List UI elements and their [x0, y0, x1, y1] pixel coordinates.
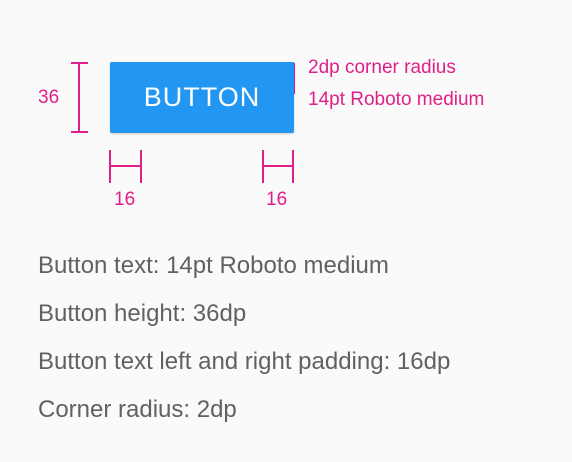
note-button-height: Button height: 36dp — [38, 300, 247, 327]
height-bracket — [71, 62, 88, 133]
left-padding-label: 16 — [114, 189, 136, 210]
right-padding-label: 16 — [266, 189, 288, 210]
height-label: 36 — [38, 87, 60, 108]
sample-button-label: BUTTON — [143, 82, 261, 112]
corner-radius-label: 2dp corner radius — [308, 57, 456, 78]
note-corner-radius: Corner radius: 2dp — [38, 396, 237, 423]
right-padding-bracket — [262, 150, 294, 183]
note-button-text: Button text: 14pt Roboto medium — [38, 252, 389, 279]
left-padding-bracket — [109, 150, 142, 183]
note-padding: Button text left and right padding: 16dp — [38, 348, 451, 375]
sample-button[interactable]: BUTTON — [110, 62, 294, 133]
text-style-label: 14pt Roboto medium — [308, 89, 485, 110]
